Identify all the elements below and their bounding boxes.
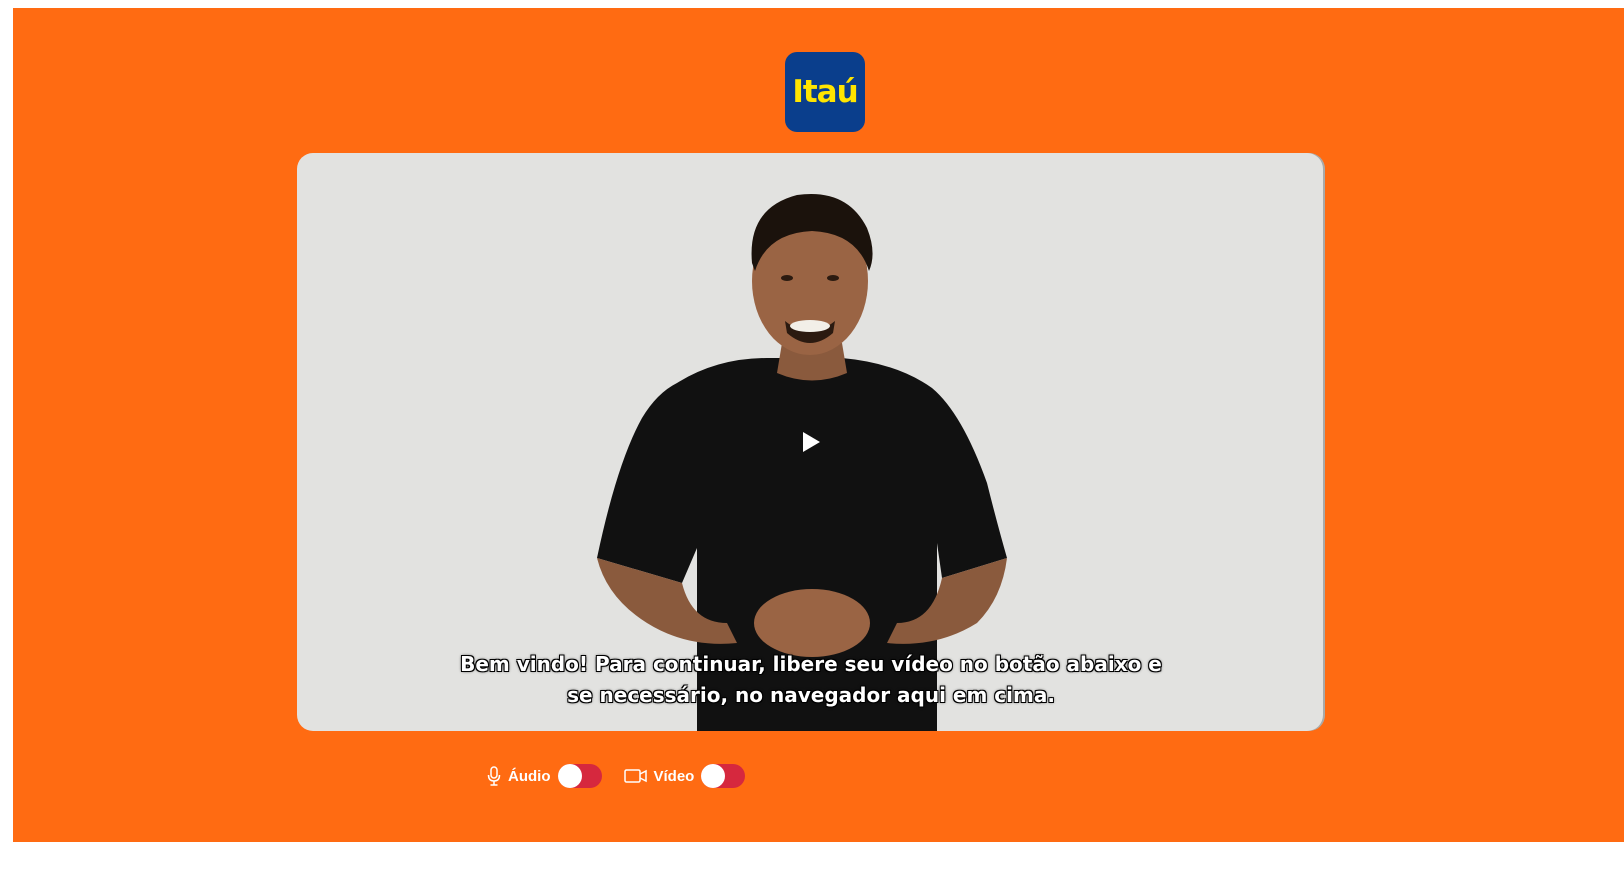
logo-text: Itaú — [792, 74, 858, 110]
video-toggle[interactable] — [701, 764, 746, 788]
video-subtitles: Bem vindo! Para continuar, libere seu ví… — [297, 649, 1325, 711]
play-icon — [803, 432, 820, 452]
itau-logo: Itaú — [785, 52, 865, 132]
subtitle-line: se necessário, no navegador aqui em cima… — [567, 683, 1055, 707]
subtitle-line: Bem vindo! Para continuar, libere seu ví… — [460, 652, 1162, 676]
page-background: Itaú Bem vindo! Para continuar, libere s… — [13, 8, 1624, 842]
media-controls: Áudio Vídeo — [487, 764, 767, 788]
play-button[interactable] — [793, 424, 829, 460]
video-player[interactable]: Bem vindo! Para continuar, libere seu ví… — [297, 153, 1325, 731]
audio-toggle[interactable] — [557, 764, 602, 788]
audio-label: Áudio — [508, 767, 551, 785]
video-label: Vídeo — [653, 767, 695, 785]
toggle-knob — [701, 764, 726, 788]
microphone-icon — [487, 766, 501, 786]
camera-icon — [623, 768, 647, 784]
video-control: Vídeo — [623, 764, 746, 788]
audio-control: Áudio — [487, 764, 602, 788]
toggle-knob — [557, 764, 582, 788]
